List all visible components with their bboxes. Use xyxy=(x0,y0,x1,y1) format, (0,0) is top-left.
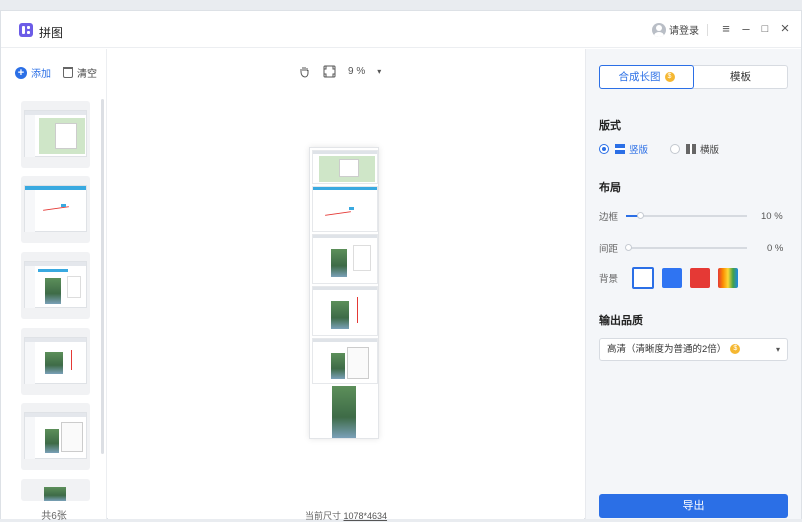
thumbnail-image xyxy=(24,337,87,384)
tab-template-label: 模板 xyxy=(730,71,751,83)
login-button[interactable]: 请登录 xyxy=(652,22,699,37)
thumbnail-image xyxy=(24,110,87,157)
spacing-slider-handle[interactable] xyxy=(625,244,632,251)
swatch-white[interactable] xyxy=(632,267,655,289)
thumbnail-item[interactable] xyxy=(21,252,90,319)
vertical-label[interactable]: 竖版 xyxy=(629,142,648,156)
export-button[interactable]: 导出 xyxy=(599,494,788,518)
canvas-size-label: 当前尺寸 xyxy=(304,511,341,521)
canvas-size-value[interactable]: 1078*4634 xyxy=(343,511,387,521)
quality-section-title: 输出品质 xyxy=(599,315,643,327)
coin-icon: $ xyxy=(664,72,675,83)
plus-icon: + xyxy=(15,66,27,79)
menu-icon[interactable]: ≡ xyxy=(718,20,734,38)
preview-segment xyxy=(312,186,378,232)
border-slider[interactable] xyxy=(626,212,747,219)
thumbnail-item[interactable] xyxy=(21,479,90,501)
thumbnail-image xyxy=(24,261,87,308)
background-row: 背景 xyxy=(599,267,739,289)
radio-vertical[interactable] xyxy=(599,144,609,154)
arrange-section-title: 布局 xyxy=(599,182,621,194)
settings-panel: 合成长图 $ 模板 版式 竖版 横版 布局 边框 10 % 间距 0 % 背景 … xyxy=(585,49,801,519)
close-icon[interactable]: × xyxy=(777,20,793,38)
swatch-blue[interactable] xyxy=(662,268,683,288)
preview-segment xyxy=(312,286,378,336)
border-slider-handle[interactable] xyxy=(637,212,644,219)
preview-segment xyxy=(312,234,378,284)
tab-long-image-label: 合成长图 xyxy=(618,71,661,83)
minimize-icon[interactable]: – xyxy=(738,20,754,38)
thumbnail-item[interactable] xyxy=(21,101,90,168)
avatar-icon xyxy=(652,22,666,37)
thumbnail-item[interactable] xyxy=(21,328,90,395)
layout-section-title: 版式 xyxy=(599,120,621,132)
swatch-rainbow[interactable] xyxy=(718,268,739,288)
thumbnail-scrollbar[interactable] xyxy=(101,99,104,454)
tab-long-image[interactable]: 合成长图 $ xyxy=(599,65,694,89)
coin-icon: $ xyxy=(730,344,741,355)
spacing-value: 0 % xyxy=(767,242,784,254)
title-bar: 拼图 请登录 ≡ – □ × xyxy=(1,11,801,48)
border-label: 边框 xyxy=(599,212,619,223)
radio-horizontal[interactable] xyxy=(670,144,681,154)
quality-select[interactable]: 高清（清晰度为普通的2倍） $ ▾ xyxy=(599,338,788,361)
spacing-slider[interactable] xyxy=(625,244,747,251)
tab-template[interactable]: 模板 xyxy=(694,66,787,88)
border-slider-row: 边框 10 % xyxy=(599,209,789,224)
mode-tabs: 合成长图 $ 模板 xyxy=(599,65,788,89)
app-logo-icon xyxy=(19,23,33,37)
trash-icon xyxy=(63,67,73,78)
clear-button[interactable]: 清空 xyxy=(63,65,97,80)
canvas-toolbar: 9 % ▾ xyxy=(298,65,381,78)
border-value: 10 % xyxy=(761,210,783,222)
preview-photo xyxy=(332,386,356,438)
image-count: 共6张 xyxy=(41,511,67,522)
thumbnail-item[interactable] xyxy=(21,403,90,470)
divider xyxy=(707,24,708,36)
preview-segment xyxy=(312,150,378,184)
canvas-area: 9 % ▾ 当前尺寸 1078*4634 xyxy=(108,49,584,522)
spacing-slider-row: 间距 0 % xyxy=(599,241,789,256)
swatch-red[interactable] xyxy=(690,268,711,288)
thumbnail-image xyxy=(24,412,87,459)
image-list-panel: + 添加 清空 共6张 xyxy=(1,49,107,522)
zoom-level[interactable]: 9 % xyxy=(348,66,365,77)
clear-label: 清空 xyxy=(77,69,97,80)
maximize-icon[interactable]: □ xyxy=(757,20,773,38)
canvas-size: 当前尺寸 1078*4634 xyxy=(108,509,584,522)
add-label: 添加 xyxy=(31,69,51,80)
add-button[interactable]: + 添加 xyxy=(15,65,51,80)
spacing-label: 间距 xyxy=(599,244,619,255)
layout-options: 竖版 横版 xyxy=(599,142,719,156)
stitched-preview[interactable] xyxy=(309,147,379,439)
login-label: 请登录 xyxy=(669,26,699,37)
hand-icon[interactable] xyxy=(298,65,311,78)
app-title: 拼图 xyxy=(39,26,64,40)
thumbnail-item[interactable] xyxy=(21,176,90,243)
horizontal-layout-icon xyxy=(686,144,697,154)
chevron-down-icon[interactable]: ▾ xyxy=(377,67,381,76)
app-window: 拼图 请登录 ≡ – □ × + 添加 清空 共6张 9 % ▾ 当前尺寸 10… xyxy=(0,10,802,522)
quality-value: 高清（清晰度为普通的2倍） xyxy=(607,344,727,355)
preview-segment xyxy=(312,338,378,384)
horizontal-label[interactable]: 横版 xyxy=(700,142,719,156)
vertical-layout-icon xyxy=(615,144,625,154)
chevron-down-icon: ▾ xyxy=(775,345,780,354)
background-label: 背景 xyxy=(599,274,619,285)
thumbnail-image xyxy=(24,185,87,232)
fit-screen-icon[interactable] xyxy=(323,65,336,78)
